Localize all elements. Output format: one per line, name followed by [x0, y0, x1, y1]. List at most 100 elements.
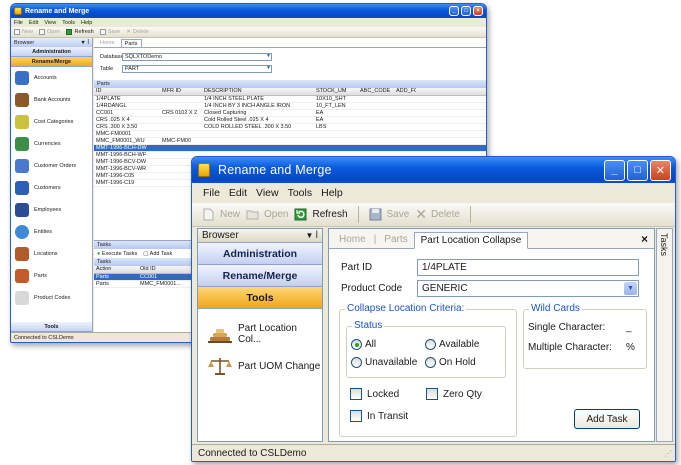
table-row[interactable]: CC001 CRS 0102 X 2 Closed Capturing EA — [94, 110, 486, 117]
menu-edit[interactable]: Edit — [229, 187, 247, 199]
add-task-button[interactable]: Add Task — [574, 409, 640, 429]
tab-home[interactable]: Home — [97, 39, 118, 47]
table-row[interactable]: CRS .025 X 4 Cold Rolled Steel .025 X 4 EA — [94, 117, 486, 124]
section-rename-merge[interactable]: Rename/Merge — [11, 57, 92, 67]
multiple-character-value[interactable]: % — [626, 342, 635, 353]
table-cell: 10X10_SHT — [316, 96, 346, 102]
sidebar-item-parts[interactable]: Parts — [11, 265, 92, 287]
table-cell — [394, 138, 416, 144]
menu-edit[interactable]: Edit — [29, 20, 38, 26]
delete-icon: ✕ — [415, 206, 428, 222]
save-button[interactable]: Save — [99, 29, 120, 35]
front-title-bar[interactable]: Rename and Merge _ □ ✕ — [192, 157, 675, 183]
pin-icon[interactable]: ▼ ꟾ — [306, 231, 319, 240]
database-select[interactable]: SQLXTODemo — [122, 53, 272, 61]
col-description[interactable]: DESCRIPTION — [202, 88, 314, 95]
col-mfr-id[interactable]: MFR ID — [160, 88, 202, 95]
open-button[interactable]: Open — [246, 208, 288, 221]
delete-button[interactable]: ✕ Delete — [126, 29, 149, 35]
sidebar-item-customers[interactable]: Customers — [11, 177, 92, 199]
menu-help[interactable]: Help — [81, 20, 92, 26]
single-character-value[interactable]: _ — [626, 322, 632, 333]
radio-available[interactable]: Available — [425, 339, 479, 350]
section-rename-merge[interactable]: Rename/Merge — [198, 265, 322, 287]
save-button[interactable]: Save — [369, 208, 409, 221]
section-administration[interactable]: Administration — [198, 243, 322, 265]
browser-panel: Browser ▼ ꟾ Administration Rename/Merge … — [197, 228, 323, 442]
col-action[interactable]: Action — [94, 266, 138, 273]
execute-tasks-button[interactable]: ● Execute Tasks — [97, 251, 137, 257]
sidebar-item-product-codes[interactable]: Product Codes — [11, 287, 92, 309]
maximize-button[interactable]: □ — [461, 6, 471, 16]
col-id[interactable]: ID — [94, 88, 160, 95]
table-row[interactable]: CRS .300 X 3.50 COLD ROLLED STEEL .300 X … — [94, 124, 486, 131]
new-button[interactable]: New — [202, 208, 240, 221]
status-group: Status All Available Unavailable On Hold — [346, 320, 506, 378]
part-id-input[interactable]: 1/4PLATE — [417, 259, 639, 276]
delete-button[interactable]: ✕ Delete — [415, 206, 460, 223]
zero-qty-box — [426, 388, 438, 400]
section-administration[interactable]: Administration — [11, 47, 92, 57]
checkbox-locked[interactable]: Locked — [350, 388, 399, 400]
table-row[interactable]: MMC-FM0001 — [94, 131, 486, 138]
sidebar-item-bank-accounts[interactable]: Bank Accounts — [11, 89, 92, 111]
table-select[interactable]: PART — [122, 65, 272, 73]
menu-view[interactable]: View — [256, 187, 279, 199]
tab-parts[interactable]: Parts — [120, 39, 142, 47]
new-button[interactable]: New — [14, 29, 33, 35]
tab-parts[interactable]: Parts — [378, 231, 413, 248]
radio-all[interactable]: All — [351, 339, 376, 350]
close-tab-icon[interactable]: × — [641, 232, 648, 246]
sidebar-item-cost-categories[interactable]: Cost Categories — [11, 111, 92, 133]
table-row[interactable]: MMC_FM0001_WU MMC-FM00 — [94, 138, 486, 145]
open-button[interactable]: Open — [39, 29, 60, 35]
minimize-button[interactable]: _ — [449, 6, 459, 16]
menu-help[interactable]: Help — [321, 187, 343, 199]
table-row[interactable]: 1/4PLATE 1/4 INCH STEEL PLATE 10X10_SHT — [94, 96, 486, 103]
product-code-select[interactable]: GENERIC ▼ — [417, 280, 639, 297]
sidebar-item-accounts[interactable]: Accounts — [11, 67, 92, 89]
task-cell: Parts — [96, 274, 109, 280]
sidebar-item-customer-orders[interactable]: Customer Orders — [11, 155, 92, 177]
back-title-bar[interactable]: Rename and Merge _ □ × — [11, 4, 486, 18]
tasks-side-tab[interactable]: Tasks — [656, 228, 673, 442]
refresh-button[interactable]: Refresh — [66, 29, 94, 35]
table-row[interactable]: MMT-1996-BCH-DW — [94, 145, 486, 152]
menu-file[interactable]: File — [203, 187, 220, 199]
section-tools[interactable]: Tools — [198, 287, 322, 309]
tool-item-part-location-collapse[interactable]: Part Location Col... — [198, 321, 322, 347]
menu-file[interactable]: File — [14, 20, 23, 26]
pin-icon[interactable]: ▼ ꟾ — [80, 40, 89, 46]
add-task-button[interactable]: ▢ Add Task — [143, 251, 172, 257]
checkbox-zero-qty[interactable]: Zero Qty — [426, 388, 482, 400]
col-abc-code[interactable]: ABC_CODE — [358, 88, 394, 95]
radio-unavailable[interactable]: Unavailable — [351, 357, 417, 368]
sidebar-item-employees[interactable]: Employees — [11, 199, 92, 221]
task-cell: CC001 — [140, 274, 158, 280]
table-cell — [202, 131, 314, 137]
sidebar-item-entities[interactable]: Entities — [11, 221, 92, 243]
close-button[interactable]: ✕ — [650, 159, 671, 181]
sidebar-item-locations[interactable]: Locations — [11, 243, 92, 265]
refresh-button[interactable]: Refresh — [294, 208, 348, 221]
minimize-button[interactable]: _ — [604, 159, 625, 181]
tool-item-part-uom-change[interactable]: Part UOM Change — [198, 353, 322, 379]
menu-view[interactable]: View — [44, 20, 56, 26]
col-old-id[interactable]: Old ID — [138, 266, 182, 273]
menu-tools[interactable]: Tools — [288, 187, 313, 199]
resize-grip-icon[interactable]: ⋰ — [664, 449, 672, 458]
table-cell — [314, 131, 358, 137]
col-add-fo[interactable]: ADD_FO — [394, 88, 416, 95]
section-tools[interactable]: Tools — [11, 322, 92, 332]
col-stock-um[interactable]: STOCK_UM — [314, 88, 358, 95]
back-form: DatabaseSQLXTODemo Table PART — [94, 48, 486, 80]
maximize-button[interactable]: □ — [627, 159, 648, 181]
checkbox-in-transit[interactable]: In Transit — [350, 410, 408, 422]
sidebar-item-currencies[interactable]: Currencies — [11, 133, 92, 155]
tab-part-location-collapse[interactable]: Part Location Collapse — [413, 232, 529, 249]
radio-on-hold[interactable]: On Hold — [425, 357, 476, 368]
tab-home[interactable]: Home — [333, 231, 372, 248]
table-row[interactable]: 1/4RDANGL 1/4 INCH BY 3 INCH ANGLE IRON 10… — [94, 103, 486, 110]
menu-tools[interactable]: Tools — [62, 20, 75, 26]
close-button[interactable]: × — [473, 6, 483, 16]
